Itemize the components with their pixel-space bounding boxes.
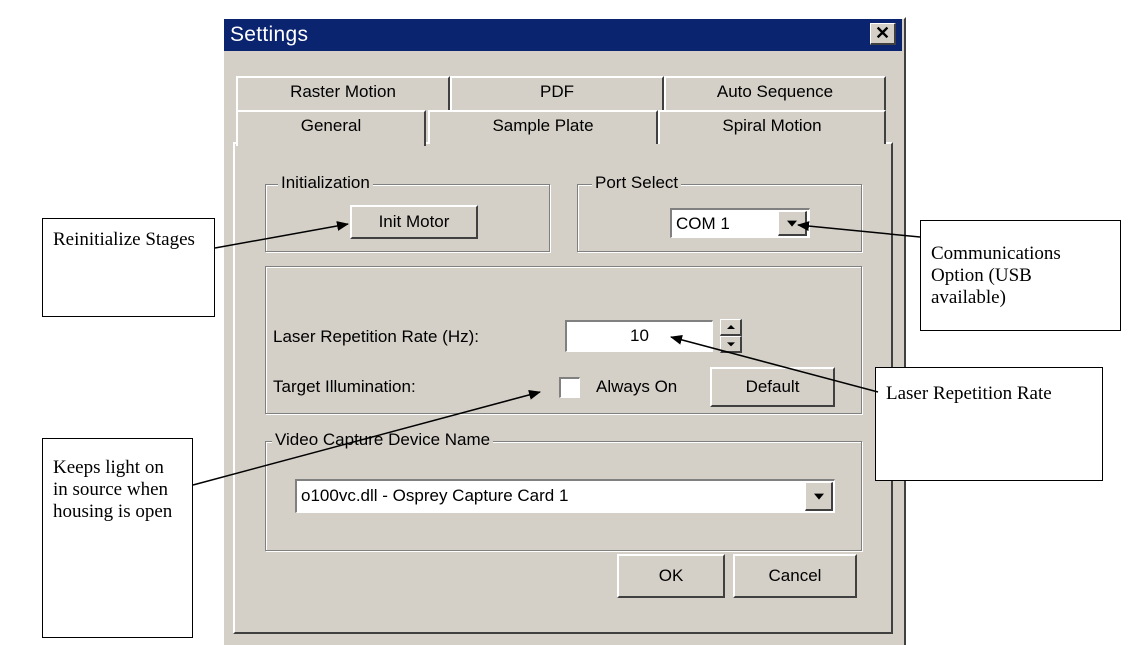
port-dropdown-button[interactable] <box>778 211 807 236</box>
annotation-text: Keeps light on in source when housing is… <box>53 457 173 522</box>
cancel-button[interactable]: Cancel <box>733 554 857 598</box>
default-button[interactable]: Default <box>710 367 835 407</box>
ok-label: OK <box>658 566 684 585</box>
tab-raster-motion[interactable]: Raster Motion <box>236 76 450 110</box>
chevron-down-icon <box>787 220 797 227</box>
spin-down-icon <box>726 342 735 347</box>
checkbox-icon[interactable] <box>559 377 580 398</box>
annotation-laser-rate: Laser Repetition Rate <box>875 367 1103 481</box>
tab-general[interactable]: General <box>236 110 426 146</box>
title-bar[interactable]: Settings ✕ <box>224 19 902 51</box>
init-motor-button[interactable]: Init Motor <box>350 205 478 239</box>
annotation-text: Laser Repetition Rate <box>886 383 1052 404</box>
init-motor-label: Init Motor <box>378 212 450 231</box>
tab-label: Spiral Motion <box>722 116 822 135</box>
port-select-legend: Port Select <box>592 173 682 193</box>
annotation-communications: Communications Option (USB available) <box>920 220 1121 331</box>
tab-label: Sample Plate <box>492 116 594 135</box>
close-button[interactable]: ✕ <box>870 23 896 45</box>
video-dropdown-button[interactable] <box>805 482 833 511</box>
spin-down-button[interactable] <box>720 336 742 353</box>
tab-label: Raster Motion <box>290 82 396 101</box>
tab-spiral-motion[interactable]: Spiral Motion <box>658 110 886 144</box>
target-illumination-label: Target Illumination: <box>273 377 416 396</box>
tab-sample-plate[interactable]: Sample Plate <box>428 110 658 144</box>
laser-rate-input[interactable]: 10 <box>565 320 713 352</box>
annotation-text: Communications Option (USB available) <box>931 243 1061 308</box>
close-icon: ✕ <box>874 23 891 43</box>
default-label: Default <box>745 377 800 396</box>
video-device-value: o100vc.dll - Osprey Capture Card 1 <box>301 486 569 505</box>
initialization-legend: Initialization <box>278 173 373 193</box>
laser-rate-value: 10 <box>630 326 649 345</box>
tab-pdf[interactable]: PDF <box>450 76 664 110</box>
tab-label: General <box>300 116 362 135</box>
tab-auto-sequence[interactable]: Auto Sequence <box>664 76 886 110</box>
tab-label: PDF <box>540 82 574 101</box>
annotation-reinitialize: Reinitialize Stages <box>42 218 215 317</box>
window-title: Settings <box>230 23 309 46</box>
annotation-text: Reinitialize Stages <box>53 229 195 250</box>
ok-button[interactable]: OK <box>617 554 725 598</box>
tab-label: Auto Sequence <box>716 82 834 101</box>
video-capture-legend: Video Capture Device Name <box>272 430 494 450</box>
annotation-keeps-light: Keeps light on in source when housing is… <box>42 438 193 638</box>
cancel-label: Cancel <box>768 566 822 585</box>
spin-up-icon <box>726 325 735 329</box>
always-on-label[interactable]: Always On <box>596 377 677 397</box>
port-select-value: COM 1 <box>676 214 730 233</box>
video-device-combo[interactable]: o100vc.dll - Osprey Capture Card 1 <box>295 479 835 513</box>
laser-rate-label: Laser Repetition Rate (Hz): <box>273 327 479 346</box>
spin-up-button[interactable] <box>720 319 742 336</box>
chevron-down-icon <box>813 493 824 500</box>
